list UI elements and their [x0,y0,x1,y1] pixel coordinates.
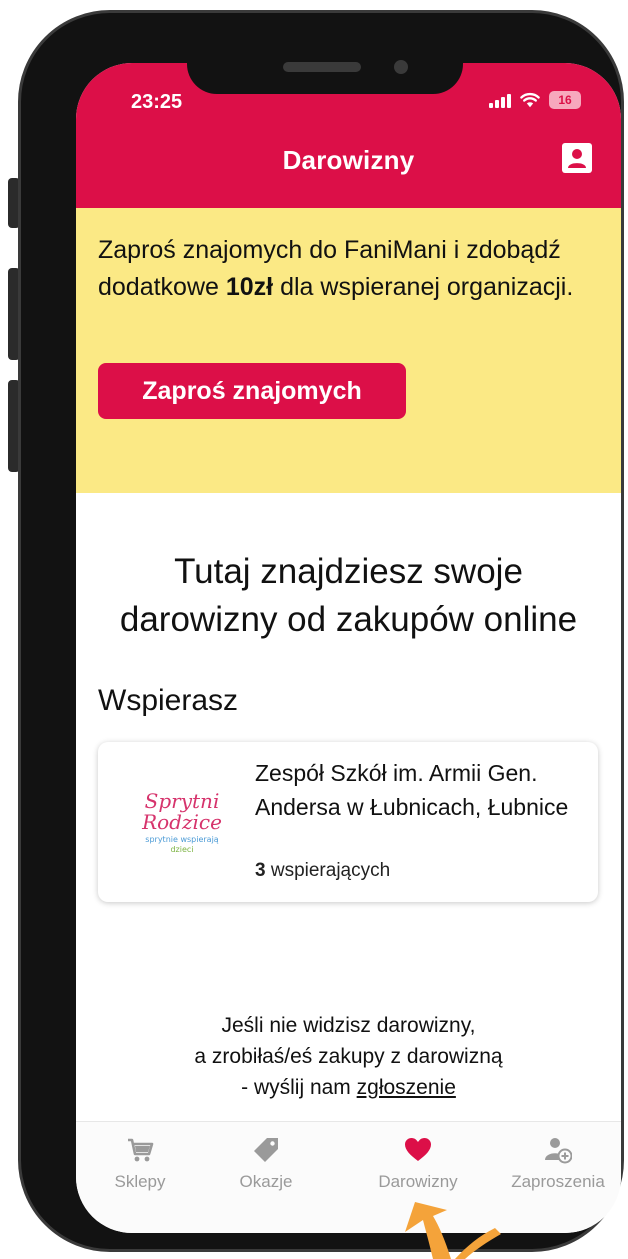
pointer-arrow-icon [405,1202,501,1259]
front-camera [394,60,408,74]
add-person-icon [545,1138,572,1164]
tab-label-zaproszenia: Zaproszenia [511,1172,605,1191]
organization-card[interactable]: Sprytni Rodzice sprytnie wspierają dziec… [98,742,598,902]
logo-tagline: sprytnie wspierają [145,835,219,844]
logo-text-rodzice: Rodzice [141,810,222,834]
battery-indicator: 16 [549,91,581,109]
supporting-label: Wspierasz [98,684,239,717]
status-icons: 16 [489,91,581,109]
invite-banner: Zaproś znajomych do FaniMani i zdobądź d… [76,208,621,493]
profile-button[interactable] [562,143,592,173]
bottom-tab-bar: Sklepy Okazje Darowizny Zaproszenia [76,1121,621,1233]
missing-donation-info: Jeśli nie widzisz darowizny, a zrobiłaś/… [116,1010,581,1103]
invite-bonus-amount: 10zł [225,273,274,301]
report-line-1: Jeśli nie widzisz darowizny, [221,1014,476,1037]
logo-tagline-dzieci: dzieci [170,845,193,854]
tab-zaproszenia[interactable]: Zaproszenia [498,1136,618,1192]
report-line-3-prefix: - wyślij nam [241,1076,357,1099]
tab-label-okazje: Okazje [239,1172,293,1191]
phone-frame: 23:25 16 Darowizny Zaproś znajomych do F… [18,10,624,1252]
phone-notch [187,50,463,94]
report-line-3: - wyślij nam zgłoszenie [116,1072,581,1103]
heart-icon [405,1138,431,1161]
organization-name: Zespół Szkół im. Armii Gen. Andersa w Łu… [255,760,569,820]
supporters-number: 3 [255,860,266,881]
speaker-slot [283,62,361,72]
person-icon [568,149,586,168]
signal-icon [489,92,511,108]
cart-icon [128,1138,154,1162]
organization-logo: Sprytni Rodzice sprytnie wspierają dziec… [141,789,222,854]
donations-heading: Tutaj znajdziesz swoje darowizny od zaku… [119,552,578,639]
supporters-label: wspierających [265,860,391,881]
invite-text-suffix: dla wspieranej organizacji. [273,273,574,301]
wifi-icon [520,92,540,108]
app-screen: 23:25 16 Darowizny Zaproś znajomych do F… [76,63,621,1233]
invite-text: Zaproś znajomych do FaniMani i zdobądź d… [98,232,578,306]
tab-okazje[interactable]: Okazje [206,1136,326,1192]
invite-friends-button[interactable]: Zaproś znajomych [98,363,406,419]
supporters-count: 3 wspierających [255,860,390,882]
report-line-2: a zrobiłaś/eś zakupy z darowizną [194,1045,503,1068]
page-title: Darowizny [282,145,415,175]
tab-sklepy[interactable]: Sklepy [80,1136,200,1192]
status-time: 23:25 [131,91,183,113]
tab-label-sklepy: Sklepy [114,1172,166,1191]
report-link[interactable]: zgłoszenie [357,1076,456,1099]
tag-icon [254,1138,278,1162]
